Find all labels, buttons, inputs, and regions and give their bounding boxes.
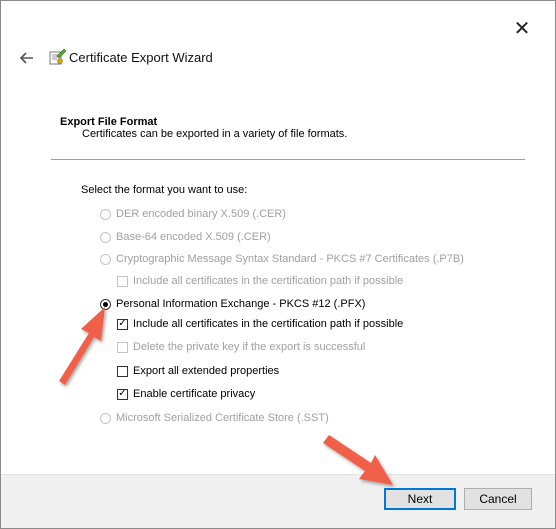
window-title: Certificate Export Wizard	[69, 50, 213, 65]
checkmark-icon: ✓	[117, 318, 128, 330]
radio-pkcs7-p7b[interactable]: Cryptographic Message Syntax Standard - …	[100, 253, 464, 265]
radio-label: DER encoded binary X.509 (.CER)	[116, 208, 286, 220]
checkmark-icon: ✓	[117, 388, 128, 400]
checkbox-p7b-include-all[interactable]: Include all certificates in the certific…	[117, 275, 403, 287]
checkbox-delete-private-key[interactable]: Delete the private key if the export is …	[117, 341, 365, 353]
radio-pkcs12-pfx[interactable]: Personal Information Exchange - PKCS #12…	[100, 298, 365, 310]
checkbox-label: Enable certificate privacy	[133, 388, 256, 400]
checkbox-label: Delete the private key if the export is …	[133, 341, 366, 353]
radio-label: Personal Information Exchange - PKCS #12…	[116, 298, 366, 310]
close-button[interactable]: ✕	[507, 13, 537, 43]
checkbox-enable-certificate-privacy[interactable]: ✓ Enable certificate privacy	[117, 388, 255, 400]
radio-circle	[100, 208, 111, 220]
radio-der-cer[interactable]: DER encoded binary X.509 (.CER)	[100, 208, 286, 220]
annotation-arrow-pfx	[59, 307, 105, 385]
cancel-button[interactable]: Cancel	[464, 488, 532, 510]
header-divider	[51, 159, 525, 160]
close-icon: ✕	[513, 17, 531, 40]
checkbox-label: Include all certificates in the certific…	[133, 318, 404, 330]
checkbox-label: Include all certificates in the certific…	[133, 275, 404, 287]
checkbox-pfx-include-all[interactable]: ✓ Include all certificates in the certif…	[117, 318, 403, 330]
radio-sst[interactable]: Microsoft Serialized Certificate Store (…	[100, 412, 329, 424]
format-prompt: Select the format you want to use:	[81, 184, 248, 196]
radio-base64-cer[interactable]: Base-64 encoded X.509 (.CER)	[100, 231, 271, 243]
radio-label: Base-64 encoded X.509 (.CER)	[116, 231, 271, 243]
checkbox-box	[117, 275, 128, 287]
wizard-window: ✕ Certificate Export Wizard Export File …	[0, 0, 556, 529]
radio-label: Cryptographic Message Syntax Standard - …	[116, 253, 464, 265]
checkbox-export-extended-properties[interactable]: Export all extended properties	[117, 365, 279, 377]
page-heading: Export File Format	[60, 116, 158, 128]
radio-circle	[100, 253, 111, 265]
checkbox-box	[117, 341, 128, 353]
radio-circle	[100, 412, 111, 424]
annotation-arrow-next	[323, 435, 393, 485]
checkbox-label: Export all extended properties	[133, 365, 280, 377]
page-subheading: Certificates can be exported in a variet…	[82, 128, 348, 140]
back-arrow-icon	[20, 52, 33, 64]
checkbox-box	[117, 365, 128, 377]
back-button[interactable]	[15, 47, 39, 69]
radio-circle	[100, 231, 111, 243]
radio-label: Microsoft Serialized Certificate Store (…	[116, 412, 329, 424]
certificate-wizard-icon	[49, 48, 67, 65]
